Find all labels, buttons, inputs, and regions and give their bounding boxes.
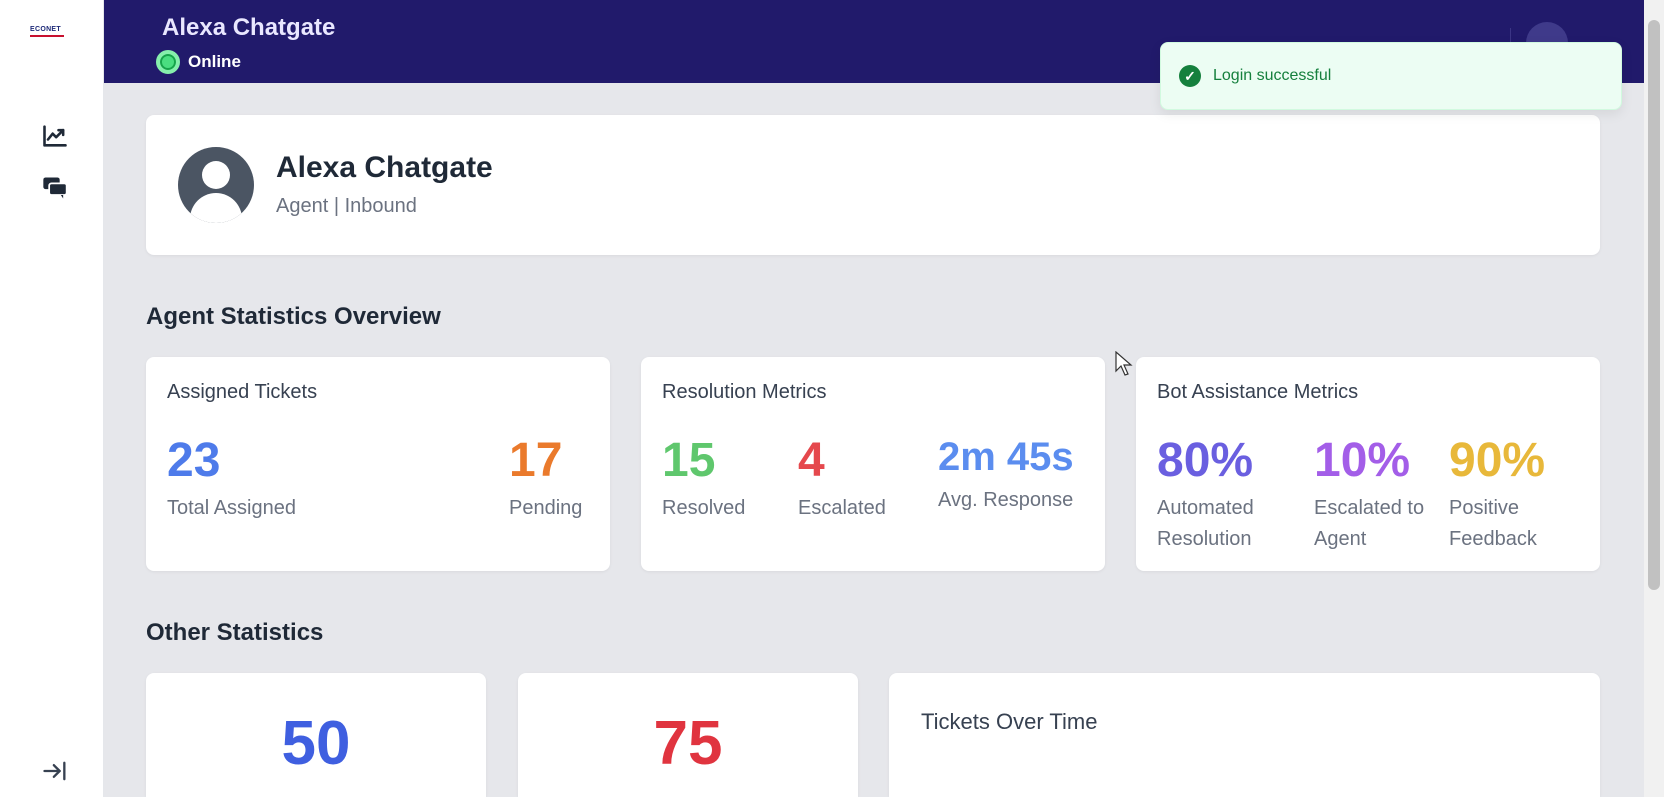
label-line: Automated	[1157, 497, 1254, 519]
metric-label: Positive Feedback	[1449, 493, 1545, 555]
check-circle-icon: ✓	[1179, 65, 1201, 87]
label-line: Resolution	[1157, 528, 1252, 550]
metric-value: 17	[509, 434, 563, 487]
pending-metric: 17 Pending	[509, 437, 582, 524]
brand-logo: ECONET	[30, 26, 74, 40]
label-line: Escalated to	[1314, 497, 1425, 519]
metric-label: Escalated	[798, 497, 886, 519]
card-title: Resolution Metrics	[662, 381, 827, 403]
page-scrollbar[interactable]	[1644, 0, 1664, 797]
label-line: Agent	[1314, 528, 1367, 550]
metric-label: Escalated to Agent	[1314, 493, 1424, 555]
positive-feedback-metric: 90% Positive Feedback	[1449, 437, 1545, 555]
metric-value: 2m 45s	[938, 435, 1074, 479]
card-title: Bot Assistance Metrics	[1157, 381, 1359, 403]
metric-value: 4	[798, 434, 825, 487]
chart-line-icon[interactable]	[40, 121, 70, 151]
stat-card: 75	[518, 673, 858, 797]
header-title: Alexa Chatgate	[162, 14, 336, 41]
stat-value: 50	[281, 709, 351, 778]
collapse-arrow-icon[interactable]	[40, 756, 70, 786]
chat-bubbles-icon[interactable]	[40, 173, 70, 203]
tickets-over-time-card: Tickets Over Time	[889, 673, 1600, 797]
other-stats-section-title: Other Statistics	[146, 619, 324, 646]
chart-title: Tickets Over Time	[921, 709, 1098, 734]
escalated-metric: 4 Escalated	[798, 437, 886, 524]
label-line: Feedback	[1449, 528, 1537, 550]
assigned-tickets-card: Assigned Tickets 23 Total Assigned 17 Pe…	[146, 357, 610, 571]
overview-section-title: Agent Statistics Overview	[146, 303, 441, 330]
metric-value: 15	[662, 434, 716, 487]
metric-label: Avg. Response	[938, 489, 1074, 511]
stat-card: 50	[146, 673, 486, 797]
automated-resolution-metric: 80% Automated Resolution	[1157, 437, 1254, 555]
metric-label: Resolved	[662, 497, 746, 519]
profile-name: Alexa Chatgate	[276, 151, 493, 184]
avg-response-metric: 2m 45s Avg. Response	[938, 437, 1074, 516]
login-success-toast[interactable]: ✓ Login successful	[1160, 42, 1622, 110]
status-text: Online	[188, 52, 241, 71]
toast-message: Login successful	[1213, 67, 1332, 84]
metric-label: Automated Resolution	[1157, 493, 1254, 555]
logo-accent	[30, 35, 64, 37]
mouse-cursor-icon	[1115, 351, 1133, 376]
label-line: Positive	[1449, 497, 1520, 519]
metric-value: 10%	[1314, 434, 1411, 487]
resolution-metrics-card: Resolution Metrics 15 Resolved 4 Escalat…	[641, 357, 1105, 571]
card-title: Assigned Tickets	[167, 381, 318, 403]
metric-label: Total Assigned	[167, 497, 296, 519]
profile-role: Agent | Inbound	[276, 195, 417, 217]
metric-value: 90%	[1449, 434, 1546, 487]
bot-assistance-card: Bot Assistance Metrics 80% Automated Res…	[1136, 357, 1600, 571]
escalated-to-agent-metric: 10% Escalated to Agent	[1314, 437, 1424, 555]
stat-value: 75	[653, 709, 723, 778]
metric-label: Pending	[509, 497, 583, 519]
user-avatar-icon	[178, 147, 254, 223]
online-status-icon	[156, 50, 180, 74]
scrollbar-thumb[interactable]	[1648, 20, 1660, 590]
total-assigned-metric: 23 Total Assigned	[167, 437, 296, 524]
resolved-metric: 15 Resolved	[662, 437, 745, 524]
logo-text: ECONET	[30, 26, 61, 33]
metric-value: 23	[167, 434, 221, 487]
sidebar: ECONET	[0, 0, 104, 797]
status-indicator: Online	[156, 50, 241, 74]
profile-card: Alexa Chatgate Agent | Inbound	[146, 115, 1600, 255]
metric-value: 80%	[1157, 434, 1254, 487]
